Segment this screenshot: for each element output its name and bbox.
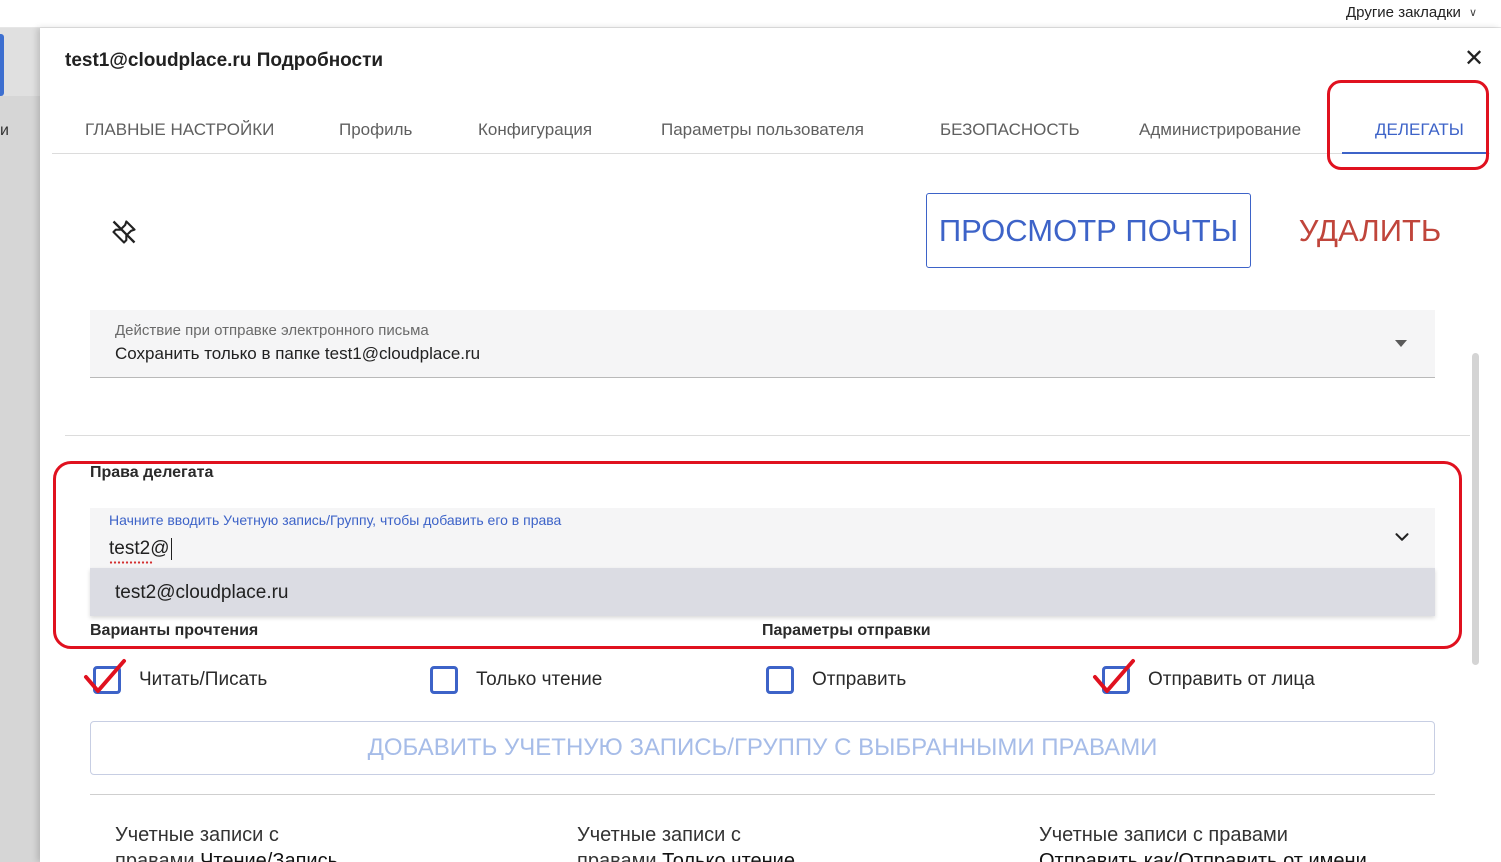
tab-security[interactable]: БЕЗОПАСНОСТЬ	[940, 120, 1080, 140]
list-divider	[90, 794, 1435, 795]
send-checkbox[interactable]: Отправить	[766, 666, 906, 694]
delete-button[interactable]: УДАЛИТЬ	[1290, 193, 1450, 268]
checkbox-box[interactable]	[766, 666, 794, 694]
section-divider	[65, 435, 1470, 436]
tab-user-parameters[interactable]: Параметры пользователя	[661, 120, 864, 140]
tab-main-settings[interactable]: ГЛАВНЫЕ НАСТРОЙКИ	[85, 120, 274, 140]
heading-line: Учетные записи с правами	[1039, 824, 1288, 846]
view-mail-button[interactable]: ПРОСМОТР ПОЧТЫ	[926, 193, 1251, 268]
close-button[interactable]: ✕	[1461, 46, 1487, 72]
page: Другие закладки ∨ и test1@cloudplace.ru …	[0, 0, 1501, 862]
send-action-select[interactable]: Действие при отправке электронного письм…	[90, 310, 1435, 378]
annotation-highlight-rights	[53, 461, 1462, 649]
heading-line: Учетные записи с	[577, 824, 741, 846]
add-account-button[interactable]: ДОБАВИТЬ УЧЕТНУЮ ЗАПИСЬ/ГРУППУ С ВЫБРАНН…	[90, 721, 1435, 775]
heading-emphasis: Только чтение	[662, 850, 795, 862]
heading-emphasis: Чтение/Запись	[200, 850, 338, 862]
checkbox-label: Только чтение	[476, 669, 603, 690]
checkmark-icon	[84, 659, 126, 693]
checkmark-icon	[1093, 659, 1135, 693]
heading-prefix: правами	[115, 850, 201, 862]
dialog-title: test1@cloudplace.ru Подробности	[65, 50, 384, 71]
send-action-value: Сохранить только в папке test1@cloudplac…	[115, 344, 481, 363]
heading-line: правами Чтение/Запись	[115, 848, 375, 862]
chevron-down-icon: ∨	[1468, 7, 1477, 19]
checkbox-label: Отправить от лица	[1148, 669, 1315, 690]
send-as-accounts-heading: Учетные записи с правами Отправить как/О…	[1039, 822, 1459, 862]
details-dialog: test1@cloudplace.ru Подробности ✕ ГЛАВНЫ…	[40, 28, 1501, 862]
background-active-indicator	[0, 34, 4, 96]
unpin-icon[interactable]	[110, 218, 138, 246]
heading-line: правами Только чтение	[577, 848, 877, 862]
read-only-checkbox[interactable]: Только чтение	[430, 666, 602, 694]
background-panel	[0, 96, 40, 862]
checkbox-box[interactable]	[430, 666, 458, 694]
send-action-label: Действие при отправке электронного письм…	[115, 322, 429, 339]
heading-prefix: правами	[577, 850, 663, 862]
read-only-accounts-heading: Учетные записи с правами Только чтение	[577, 822, 877, 862]
heading-line: Учетные записи с	[115, 824, 279, 846]
other-bookmarks-button[interactable]: Другие закладки ∨	[1346, 4, 1477, 21]
checkbox-label: Отправить	[812, 669, 907, 690]
read-write-checkbox[interactable]: Читать/Писать	[84, 659, 268, 694]
checkbox-label: Читать/Писать	[139, 669, 268, 690]
heading-emphasis: Отправить как/Отправить от имени	[1039, 850, 1367, 862]
scrollbar-thumb[interactable]	[1472, 353, 1479, 665]
bookmarks-bar: Другие закладки ∨	[0, 0, 1501, 28]
other-bookmarks-label: Другие закладки	[1346, 4, 1461, 21]
heading-line: Отправить как/Отправить от имени	[1039, 848, 1459, 862]
checkbox-box[interactable]	[84, 659, 126, 694]
background-text-fragment: и	[0, 122, 9, 139]
caret-down-icon	[1395, 340, 1407, 347]
send-on-behalf-checkbox[interactable]: Отправить от лица	[1093, 659, 1315, 694]
tab-profile[interactable]: Профиль	[339, 120, 412, 140]
checkbox-box[interactable]	[1093, 659, 1135, 694]
tab-bar: ГЛАВНЫЕ НАСТРОЙКИ Профиль Конфигурация П…	[52, 108, 1490, 154]
tab-administration[interactable]: Администрирование	[1139, 120, 1301, 140]
tab-configuration[interactable]: Конфигурация	[478, 120, 592, 140]
annotation-highlight-tab	[1327, 80, 1489, 170]
read-write-accounts-heading: Учетные записи с правами Чтение/Запись	[115, 822, 375, 862]
